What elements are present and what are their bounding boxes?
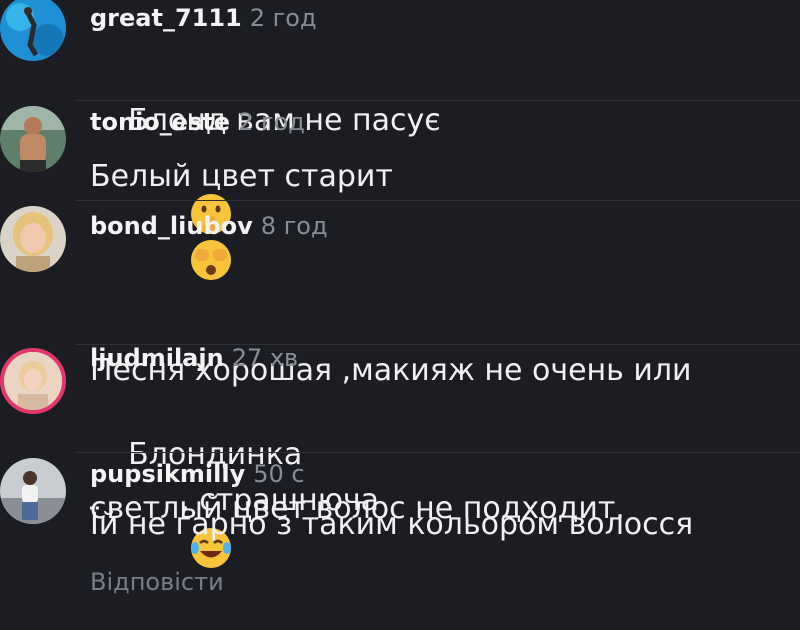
comment-item: ljudmilajn 27 хв Блондинка , страшнюча bbox=[0, 344, 800, 568]
comment-timestamp: 27 хв bbox=[231, 344, 299, 372]
comment-username[interactable]: ljudmilajn 27 хв bbox=[90, 344, 298, 372]
avatar[interactable] bbox=[0, 0, 66, 61]
comment-item: bond_liubov 8 год Песня хорошая ,макияж н… bbox=[0, 200, 800, 526]
comment-username[interactable]: tonio_este 2 год bbox=[90, 108, 305, 136]
comment-text: Їй не гарно з таким кольором волосся bbox=[90, 507, 694, 542]
comment-username[interactable]: bond_liubov 8 год bbox=[90, 212, 328, 240]
avatar[interactable] bbox=[0, 206, 66, 272]
avatar-story-ring[interactable] bbox=[0, 348, 66, 414]
comment-item: tonio_este 2 год Белый цвет старит bbox=[0, 100, 800, 200]
comment-timestamp: 50 с bbox=[253, 460, 305, 488]
avatar[interactable] bbox=[0, 458, 66, 524]
comment-timestamp: 8 год bbox=[260, 212, 328, 240]
comment-item: great_7111 2 год Блонд вам не пасує bbox=[0, 0, 800, 280]
reply-button[interactable]: Відповісти bbox=[90, 568, 224, 596]
comment-username[interactable]: pupsikmilly 50 с bbox=[90, 460, 305, 488]
comment-username[interactable]: great_7111 2 год bbox=[90, 4, 317, 32]
avatar[interactable] bbox=[0, 106, 66, 172]
comment-timestamp: 2 год bbox=[238, 108, 305, 136]
comment-text: Белый цвет старит bbox=[90, 159, 393, 194]
comment-timestamp: 2 год bbox=[249, 4, 317, 32]
